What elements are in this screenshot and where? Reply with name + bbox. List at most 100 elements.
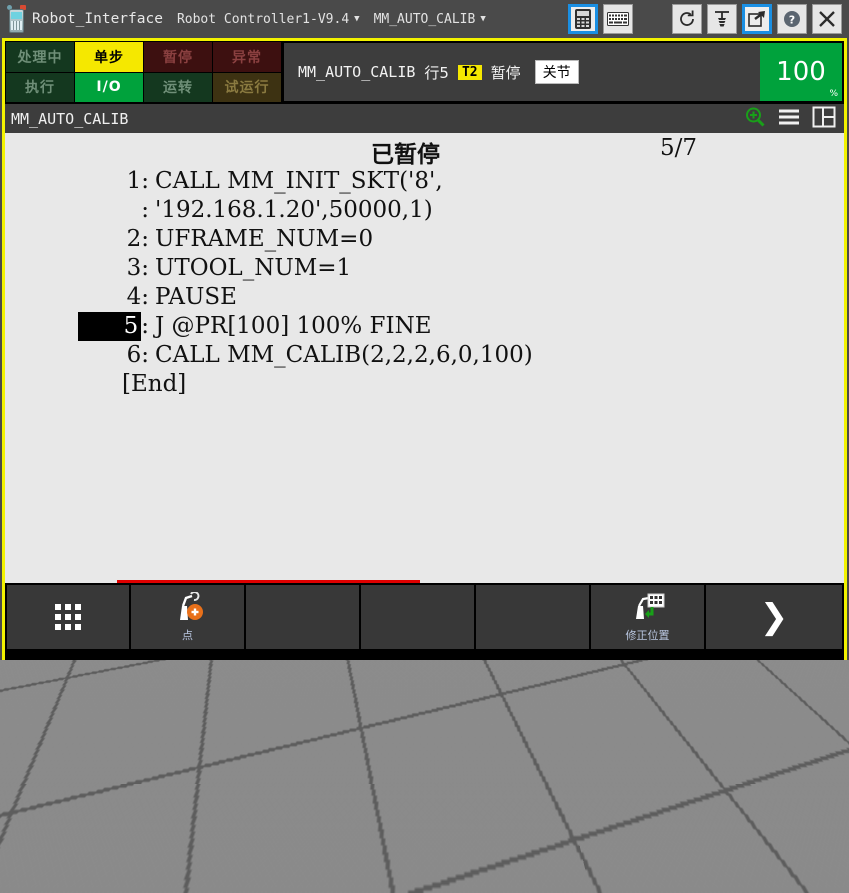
chevron-down-icon: ▼: [354, 14, 359, 24]
key-bwd[interactable]: BWD: [476, 775, 522, 794]
code-line[interactable]: : '192.168.1.20',50000,1): [17, 196, 844, 225]
keyboard-view-button[interactable]: [603, 4, 633, 34]
key-i-o[interactable]: I/O: [366, 867, 416, 886]
key-shift[interactable]: SHIFT: [584, 684, 630, 704]
key-set-up[interactable]: SETUP: [424, 844, 472, 863]
softkey-modify-position[interactable]: 修正位置: [591, 585, 704, 649]
key-8[interactable]: 8: [310, 775, 358, 794]
key-[interactable]: ·: [310, 844, 358, 863]
code-line[interactable]: 6: CALL MM_CALIB(2,2,2,6,0,100): [17, 341, 844, 370]
key-fctn[interactable]: FCTN: [530, 684, 576, 704]
key-menu[interactable]: MENU: [310, 684, 358, 704]
softkey-touchup[interactable]: 点: [131, 585, 244, 649]
key-group[interactable]: GROUP: [476, 821, 522, 840]
key-disp[interactable]: DISP: [256, 730, 300, 748]
help-button[interactable]: ?: [777, 4, 807, 34]
key-hold[interactable]: HOLD: [476, 730, 522, 749]
softkey-menu[interactable]: [7, 585, 129, 649]
code-end-marker: [End]: [17, 370, 844, 399]
key-4[interactable]: 4: [256, 798, 300, 817]
jog-key-plusY-J5[interactable]: +Y(J5): [584, 798, 630, 817]
key-[interactable]: ↓: [366, 728, 416, 744]
key-1[interactable]: 1: [256, 821, 300, 840]
jog-key-plus-J7[interactable]: +(J7): [584, 843, 630, 862]
grid-menu-icon: [55, 604, 81, 630]
softkey-empty-1[interactable]: [246, 585, 359, 649]
close-button[interactable]: [812, 4, 842, 34]
program-selector[interactable]: MM_AUTO_CALIB▼: [374, 12, 486, 27]
jog-key-plusX-J4[interactable]: +X(J4): [584, 776, 630, 795]
key-coord[interactable]: COORD: [476, 798, 522, 817]
jog-joint-label: (J4): [602, 786, 613, 792]
key-label: ←: [330, 723, 338, 732]
key-status[interactable]: STATUS: [424, 867, 472, 886]
controller-selector[interactable]: Robot Controller1-V9.4▼: [177, 12, 360, 27]
jog-key-minusZ-J3[interactable]: -Z(J3): [530, 753, 576, 772]
key-6[interactable]: 6: [366, 798, 416, 817]
jog-key-plusX-J1[interactable]: +X(J1): [584, 708, 630, 727]
key-0[interactable]: 0: [256, 844, 300, 863]
code-line[interactable]: 3: UTOOL_NUM=1: [17, 254, 844, 283]
key-9[interactable]: 9: [366, 775, 416, 794]
key-move-menu[interactable]: MOVEMENU: [424, 821, 472, 840]
pendant-view-button[interactable]: [568, 4, 598, 34]
title-bar: Robot_Interface Robot Controller1-V9.4▼ …: [0, 0, 849, 38]
key-[interactable]: +%: [476, 844, 522, 863]
key-prev[interactable]: PREV: [204, 684, 248, 704]
pointer-button[interactable]: [742, 4, 772, 34]
jog-key-plus-J8[interactable]: +(J8): [584, 866, 630, 885]
key-item[interactable]: ITEM: [366, 752, 416, 771]
jog-key-minusZ-J6[interactable]: -Z(J6): [530, 821, 576, 840]
program-editor[interactable]: 已暂停 5/7 1: CALL MM_INIT_SKT('8', : '192.…: [5, 133, 844, 583]
key-posn[interactable]: POSN: [310, 867, 358, 886]
key-[interactable]: →: [424, 718, 472, 736]
key-step[interactable]: STEP: [476, 708, 522, 727]
key-back-space[interactable]: BACKSPACE: [310, 752, 358, 771]
robot-modify-position-icon: [628, 592, 668, 626]
jog-joint-label: (J7): [548, 854, 559, 860]
key-select[interactable]: SELECT: [366, 684, 416, 704]
softkey-empty-2[interactable]: [361, 585, 474, 649]
softkey-empty-3[interactable]: [476, 585, 589, 649]
code-line-selected[interactable]: 5: J @PR[100] 100% FINE: [17, 312, 844, 341]
jog-key-minus-J8[interactable]: −(J8): [530, 866, 576, 885]
reset-button[interactable]: [672, 4, 702, 34]
jog-key-plusZ-J6[interactable]: +Z(J6): [584, 821, 630, 840]
code-line[interactable]: 2: UFRAME_NUM=0: [17, 225, 844, 254]
key-5[interactable]: 5: [310, 798, 358, 817]
key-reset[interactable]: RESET: [256, 752, 300, 771]
key-data[interactable]: DATA: [476, 684, 522, 704]
jog-key-minusY-J5[interactable]: -Y(J5): [530, 798, 576, 817]
key-fwd[interactable]: FWD: [476, 752, 522, 771]
jog-key-plusZ-J3[interactable]: +Z(J3): [584, 753, 630, 772]
softkey-next-page[interactable]: ❯: [706, 585, 842, 649]
key-[interactable]: ↑: [366, 708, 416, 724]
key-diag-help[interactable]: DIAGHELP: [256, 867, 300, 886]
key-3[interactable]: 3: [366, 821, 416, 840]
code-line[interactable]: 1: CALL MM_INIT_SKT('8',: [17, 167, 844, 196]
jog-key-minusY-J2[interactable]: -Y(J2): [530, 731, 576, 750]
jog-key-plusY-J2[interactable]: +Y(J2): [584, 731, 630, 750]
key-[interactable]: −%: [476, 867, 522, 886]
zoom-in-icon[interactable]: [744, 106, 766, 132]
key-enter[interactable]: ENTER: [424, 752, 472, 771]
key-label: −: [387, 849, 395, 858]
line-text: '192.168.1.20',50000,1): [155, 196, 433, 225]
key-edit[interactable]: EDIT: [424, 684, 468, 704]
key-2[interactable]: 2: [310, 821, 358, 840]
key-label-part: 2: [446, 808, 451, 815]
jog-key-minus-J7[interactable]: −(J7): [530, 843, 576, 862]
key-tool-1[interactable]: TOOL1: [424, 775, 472, 794]
jog-key-minusX-J4[interactable]: -X(J4): [530, 776, 576, 795]
key-[interactable]: −: [366, 844, 416, 863]
key-[interactable]: ←: [310, 718, 358, 736]
hamburger-menu-icon[interactable]: [777, 107, 801, 131]
split-layout-icon[interactable]: [812, 106, 836, 132]
robot-home-button[interactable]: [707, 4, 737, 34]
key-[interactable]: ⊘: [256, 708, 300, 726]
key-tool-2[interactable]: TOOL2: [424, 798, 472, 817]
code-line[interactable]: 4: PAUSE: [17, 283, 844, 312]
jog-key-minusX-J1[interactable]: -X(J1): [530, 708, 576, 727]
key-7[interactable]: 7: [256, 775, 300, 794]
key-shift[interactable]: SHIFT: [256, 684, 300, 704]
